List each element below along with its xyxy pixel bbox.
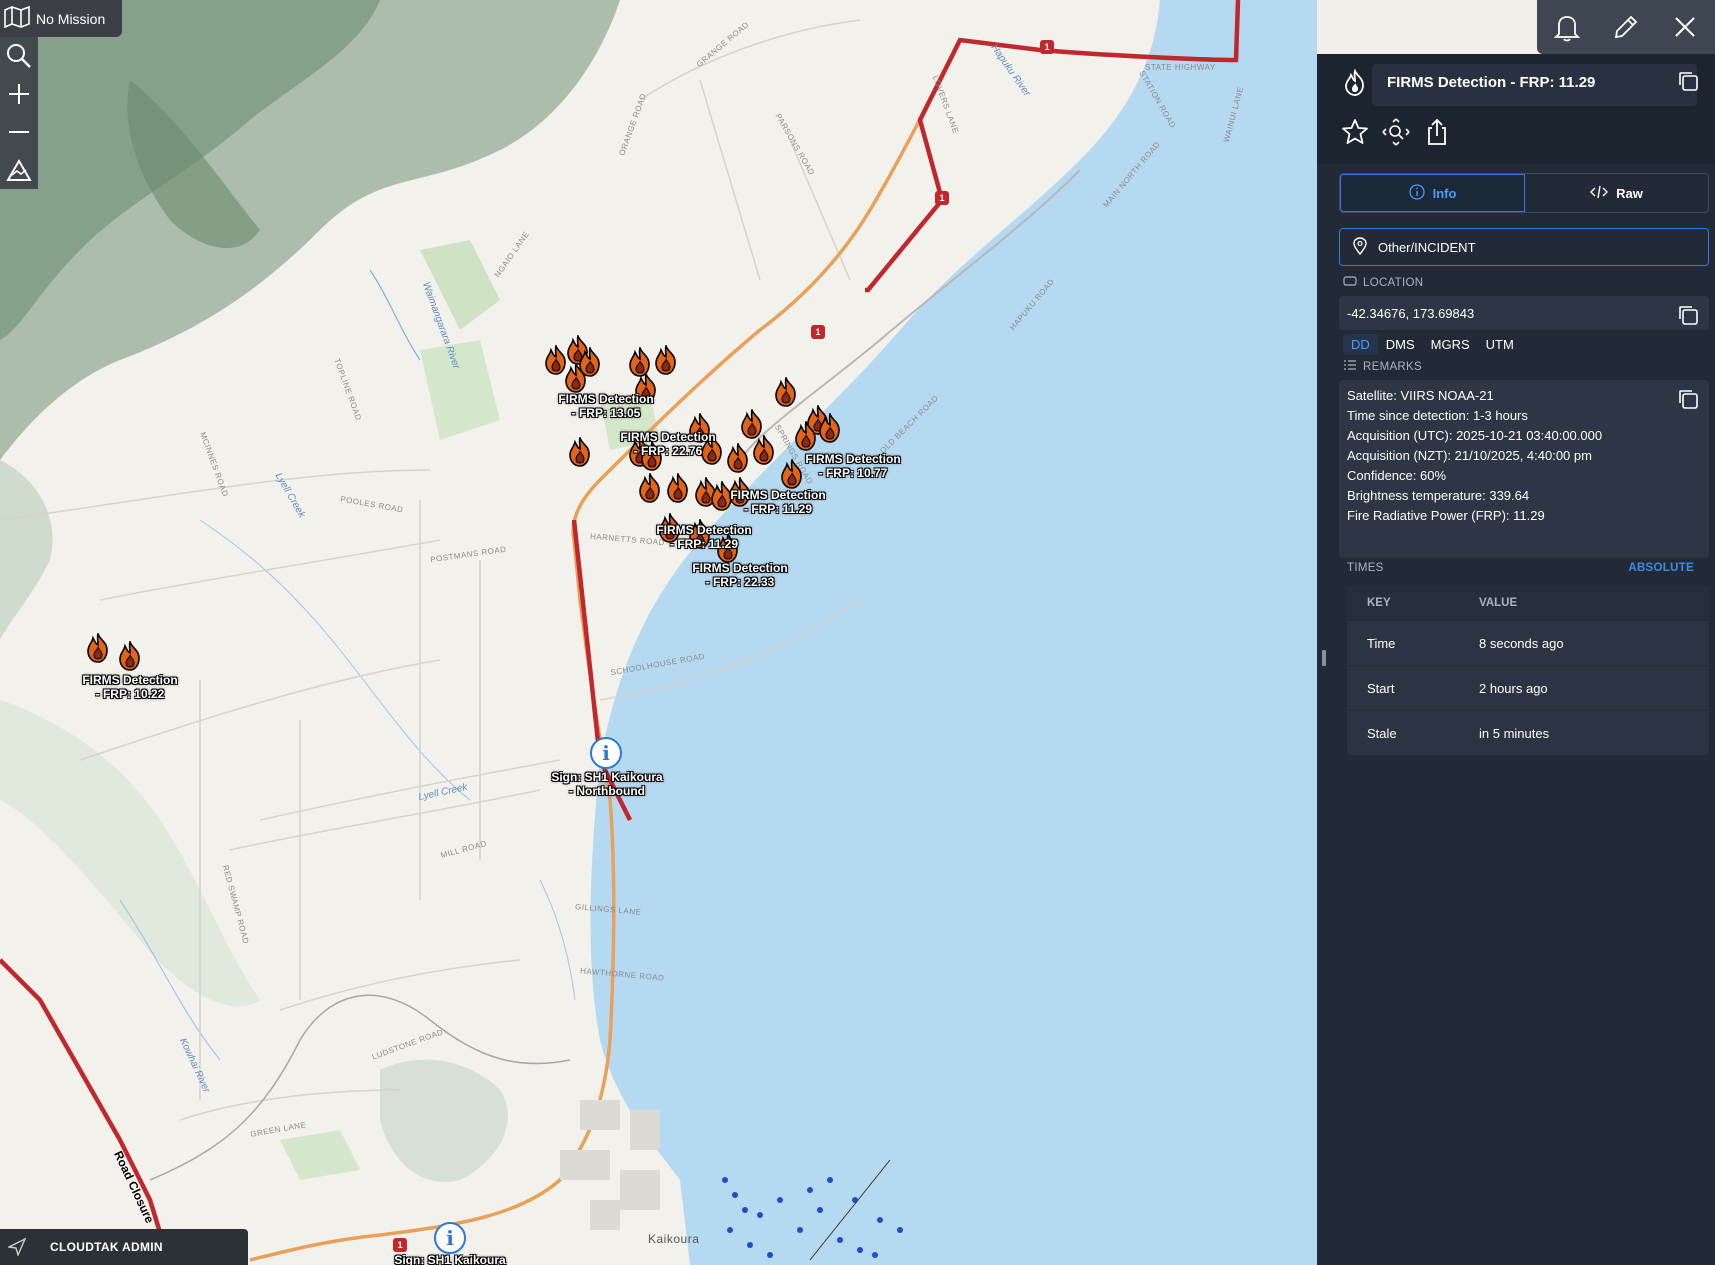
town-label: Kaikoura (648, 1232, 700, 1246)
fire-marker-icon[interactable] (563, 361, 589, 393)
fire-label[interactable]: FIRMS Detection - FRP: 11.29 (656, 523, 751, 551)
fire-marker-icon[interactable] (817, 411, 843, 443)
fire-marker-icon[interactable] (751, 433, 777, 465)
tab-label: Info (1432, 185, 1457, 201)
fire-label[interactable]: FIRMS Detection - FRP: 22.76 (620, 430, 715, 458)
table-row: Start 2 hours ago (1347, 666, 1709, 711)
info-sign-icon[interactable]: i (434, 1222, 466, 1254)
share-icon[interactable] (1421, 116, 1453, 148)
highway-shield-icon: 1 (1040, 40, 1054, 54)
remark-line: Confidence: 60% (1347, 468, 1447, 483)
edit-icon[interactable] (1606, 7, 1646, 47)
coord-mode-utm[interactable]: UTM (1478, 334, 1522, 355)
tab-raw[interactable]: Raw (1525, 174, 1708, 212)
fire-marker-icon[interactable] (773, 375, 799, 407)
fire-label[interactable]: FIRMS Detection - FRP: 10.77 (805, 452, 900, 480)
highway-shield-icon: 1 (935, 191, 949, 205)
fire-label[interactable]: FIRMS Detection - FRP: 13.05 (558, 392, 653, 420)
mission-selector[interactable]: No Mission (0, 0, 122, 37)
info-icon (1408, 183, 1425, 203)
zoom-to-icon[interactable] (1380, 116, 1412, 148)
copy-icon[interactable] (1675, 302, 1701, 328)
remark-line: Fire Radiative Power (FRP): 11.29 (1347, 508, 1545, 523)
tab-label: Raw (1616, 185, 1643, 201)
copy-icon[interactable] (1675, 386, 1701, 412)
coord-mode-dd[interactable]: DD (1343, 334, 1378, 355)
list-icon (1343, 360, 1357, 373)
fire-marker-icon[interactable] (793, 419, 819, 451)
terrain-icon[interactable] (0, 151, 38, 189)
type-field[interactable]: Other/INCIDENT (1339, 228, 1709, 266)
mission-label: No Mission (36, 10, 106, 27)
fire-type-icon (1340, 68, 1370, 98)
location-arrow-icon[interactable] (6, 1237, 27, 1259)
remarks-section-label: REMARKS (1343, 360, 1422, 373)
remark-line: Acquisition (NZT): 21/10/2025, 4:40:00 p… (1347, 448, 1592, 463)
panel-resize-handle[interactable] (1322, 650, 1326, 666)
map-toolbar (0, 37, 38, 189)
map-icon (4, 5, 30, 31)
highway-shield-icon: 1 (393, 1238, 407, 1252)
road-label: STATE HIGHWAY (1145, 63, 1216, 72)
user-name: CLOUDTAK ADMIN (50, 1240, 163, 1254)
code-icon (1590, 185, 1609, 202)
type-value: Other/INCIDENT (1378, 239, 1476, 255)
location-section-label: LOCATION (1343, 276, 1423, 289)
tab-info[interactable]: Info (1340, 174, 1525, 212)
absolute-toggle[interactable]: ABSOLUTE (1628, 562, 1694, 574)
times-table: KEY VALUE Time 8 seconds ago Start 2 hours… (1347, 586, 1709, 755)
remark-line: Brightness temperature: 339.64 (1347, 488, 1530, 503)
copy-icon[interactable] (1675, 68, 1701, 94)
fire-label[interactable]: FIRMS Detection - FRP: 11.29 (730, 488, 825, 516)
coord-mode-mgrs[interactable]: MGRS (1423, 334, 1478, 355)
coordinates-text: -42.34676, 173.69843 (1347, 305, 1475, 321)
table-row: Time 8 seconds ago (1347, 621, 1709, 666)
times-section-label: TIMES (1347, 562, 1384, 574)
fire-marker-icon[interactable] (637, 471, 663, 503)
panel-tabs: Info Raw (1339, 173, 1709, 213)
table-header: KEY VALUE (1347, 586, 1709, 621)
fire-marker-icon[interactable] (779, 457, 805, 489)
remark-line: Time since detection: 1-3 hours (1347, 408, 1528, 423)
fire-label[interactable]: FIRMS Detection - FRP: 22.33 (692, 561, 787, 589)
coordinate-format-selector: DD DMS MGRS UTM (1343, 334, 1522, 355)
highway-shield-icon: 1 (811, 325, 825, 339)
feature-panel: FIRMS Detection - FRP: 11.29 Info Raw Ot… (1317, 54, 1715, 1265)
star-icon[interactable] (1339, 116, 1371, 148)
remarks-box[interactable]: Satellite: VIIRS NOAA-21 Time since dete… (1339, 380, 1709, 558)
location-value[interactable]: -42.34676, 173.69843 (1339, 296, 1709, 330)
table-row: Stale in 5 minutes (1367, 725, 1550, 741)
sign-label[interactable]: Sign: SH1 Kaikoura (394, 1253, 505, 1265)
remark-line: Acquisition (UTC): 2025-10-21 03:40:00.0… (1347, 428, 1603, 443)
fire-marker-icon[interactable] (117, 639, 143, 671)
info-sign-icon[interactable]: i (590, 737, 622, 769)
location-pin-icon (1352, 236, 1368, 258)
user-bar[interactable]: CLOUDTAK ADMIN (0, 1229, 248, 1265)
fire-label[interactable]: FIRMS Detection - FRP: 10.22 (82, 673, 177, 701)
fire-marker-icon[interactable] (725, 441, 751, 473)
sign-label[interactable]: Sign: SH1 Kaikoura - Northbound (551, 770, 662, 798)
fire-marker-icon[interactable] (85, 631, 111, 663)
fire-marker-icon[interactable] (567, 435, 593, 467)
top-tools (1537, 0, 1715, 54)
remark-line: Satellite: VIIRS NOAA-21 (1347, 388, 1494, 403)
close-icon[interactable] (1665, 7, 1705, 47)
bell-icon[interactable] (1547, 7, 1587, 47)
map-view[interactable]: ORANGE ROAD GRANGE ROAD PARSONS ROAD TOP… (0, 0, 1317, 1265)
fire-marker-icon[interactable] (653, 343, 679, 375)
fire-marker-icon[interactable] (665, 471, 691, 503)
coord-mode-dms[interactable]: DMS (1378, 334, 1423, 355)
tag-icon (1343, 276, 1357, 289)
zoom-in-icon[interactable] (0, 75, 38, 113)
zoom-out-icon[interactable] (0, 113, 38, 151)
panel-title: FIRMS Detection - FRP: 11.29 (1387, 74, 1596, 91)
search-icon[interactable] (0, 37, 38, 75)
